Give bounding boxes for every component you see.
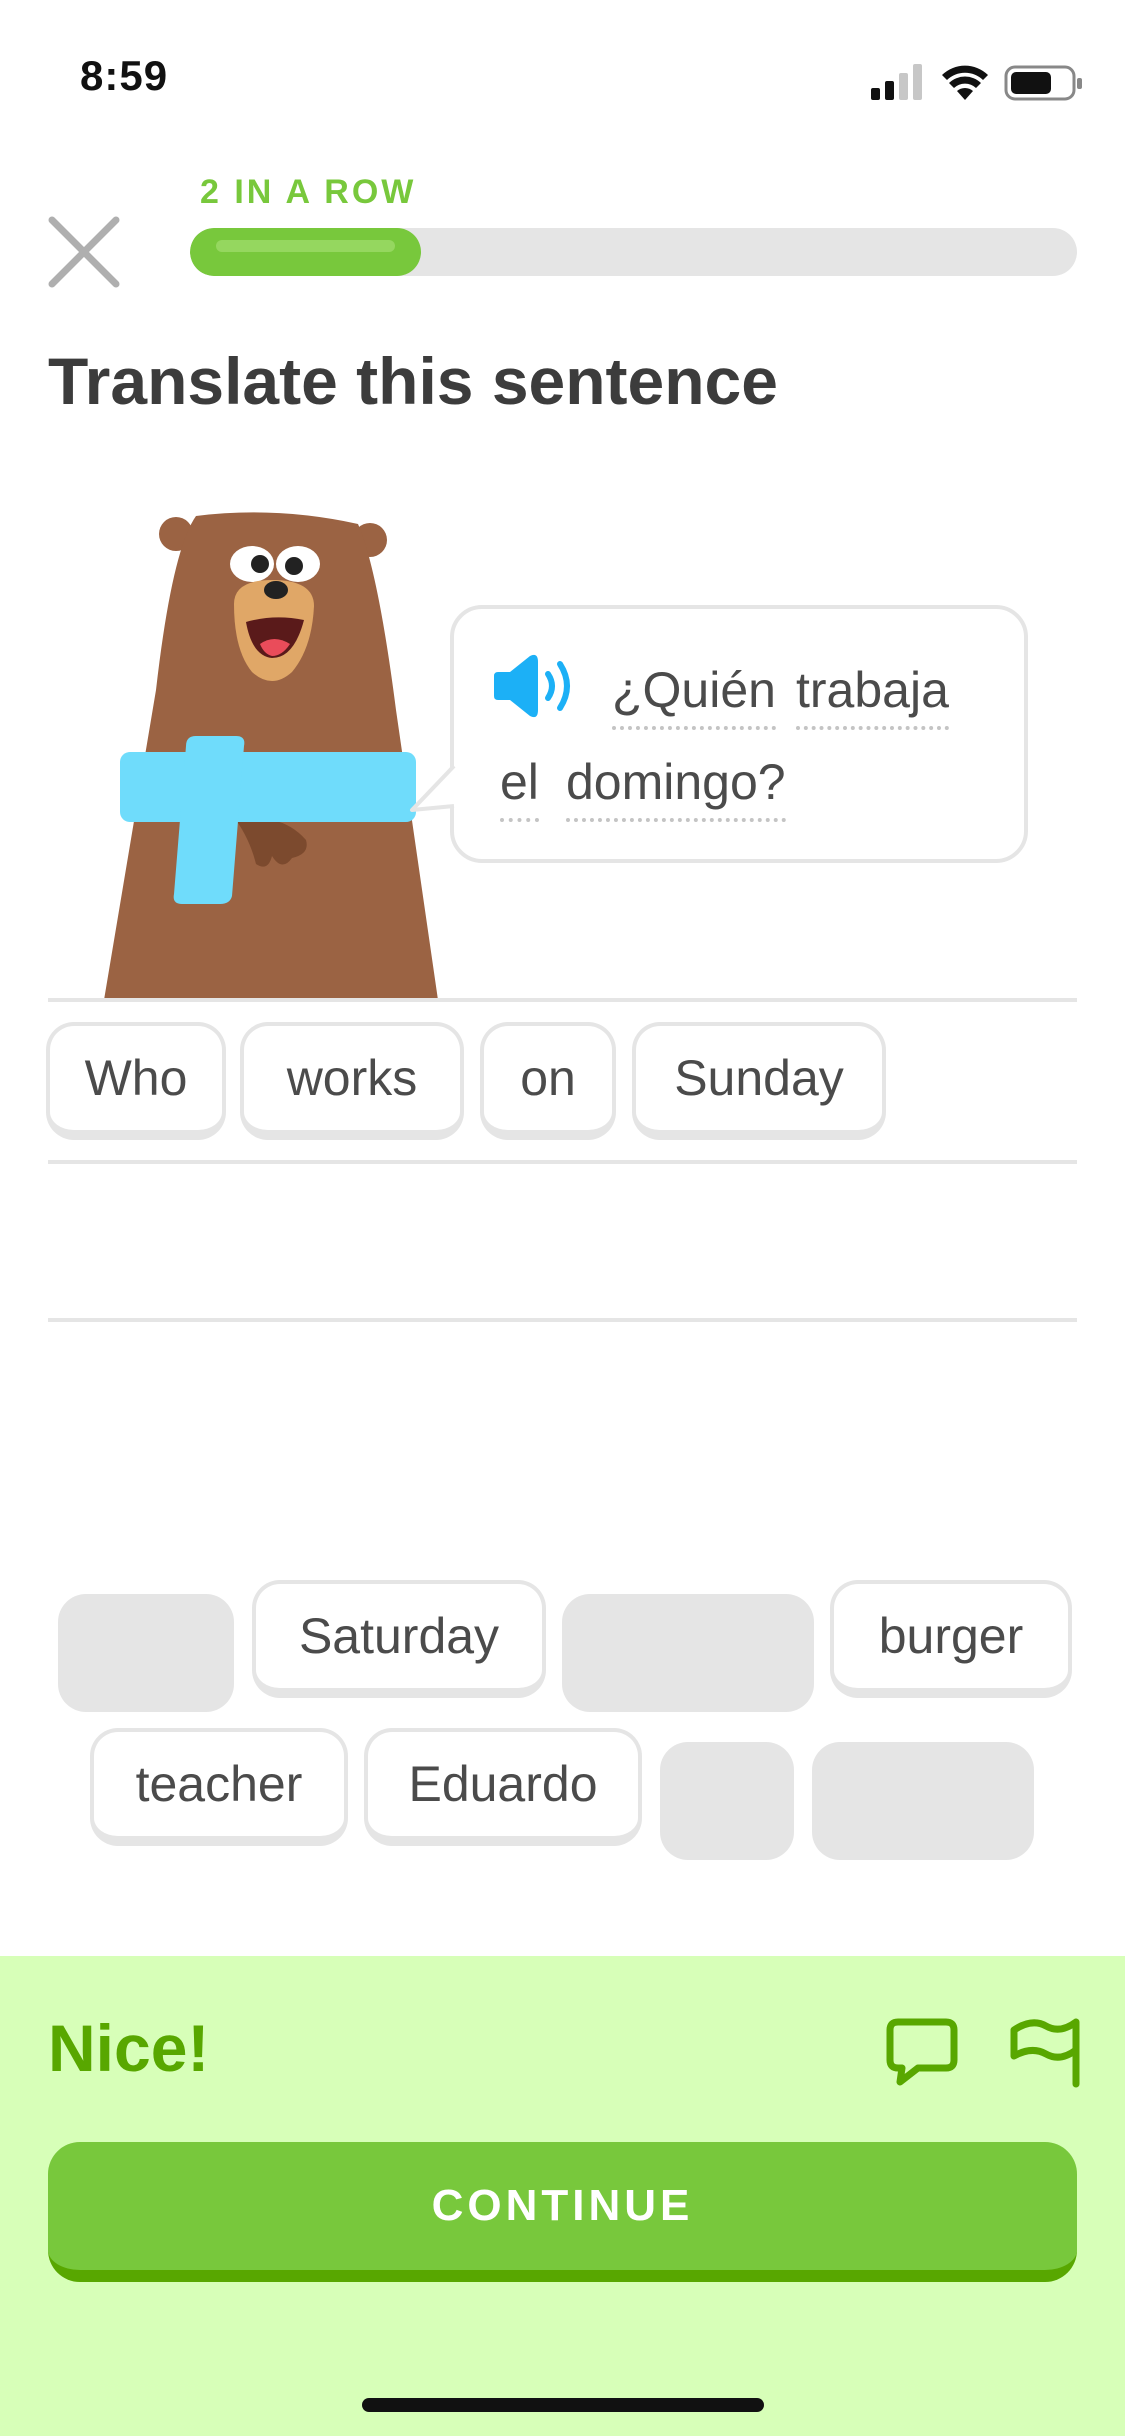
cellular-signal-icon [871, 64, 922, 100]
word-bank-empty-slot [562, 1594, 814, 1712]
speaker-icon[interactable] [494, 650, 580, 722]
progress-shine [216, 240, 395, 252]
answer-line [48, 998, 1077, 1002]
feedback-message: Nice! [48, 2011, 210, 2085]
answer-line [48, 1318, 1077, 1322]
speech-bubble-tail [404, 762, 460, 818]
answer-chip[interactable]: Who [46, 1022, 226, 1140]
status-time: 8:59 [80, 52, 169, 99]
bubble-word[interactable]: domingo? [566, 752, 786, 822]
close-icon[interactable] [46, 214, 122, 290]
status-icons [871, 60, 1091, 104]
bubble-word[interactable]: trabaja [796, 660, 949, 730]
answer-chip[interactable]: works [240, 1022, 464, 1140]
word-bank-chip[interactable]: Eduardo [364, 1728, 642, 1846]
continue-button[interactable]: CONTINUE [48, 2142, 1077, 2282]
progress-fill [190, 228, 421, 276]
answer-chip[interactable]: Sunday [632, 1022, 886, 1140]
word-bank-chip[interactable]: burger [830, 1580, 1072, 1698]
battery-icon [1004, 65, 1082, 101]
progress-bar [190, 228, 1077, 276]
bubble-word[interactable]: ¿Quién [612, 660, 776, 730]
wifi-icon [942, 65, 988, 100]
home-indicator[interactable] [362, 2398, 764, 2412]
word-bank-empty-slot [812, 1742, 1034, 1860]
streak-label: 2 IN A ROW [200, 173, 417, 211]
flag-icon[interactable] [1006, 2010, 1084, 2090]
answer-line [48, 1160, 1077, 1164]
comment-icon[interactable] [884, 2014, 960, 2090]
bubble-word[interactable]: el [500, 752, 539, 822]
answer-chip[interactable]: on [480, 1022, 616, 1140]
word-bank-chip[interactable]: teacher [90, 1728, 348, 1846]
bear-character-illustration [96, 510, 452, 1000]
prompt-title: Translate this sentence [48, 344, 778, 418]
speech-bubble [450, 605, 1028, 863]
word-bank-empty-slot [58, 1594, 234, 1712]
word-bank-empty-slot [660, 1742, 794, 1860]
word-bank-chip[interactable]: Saturday [252, 1580, 546, 1698]
